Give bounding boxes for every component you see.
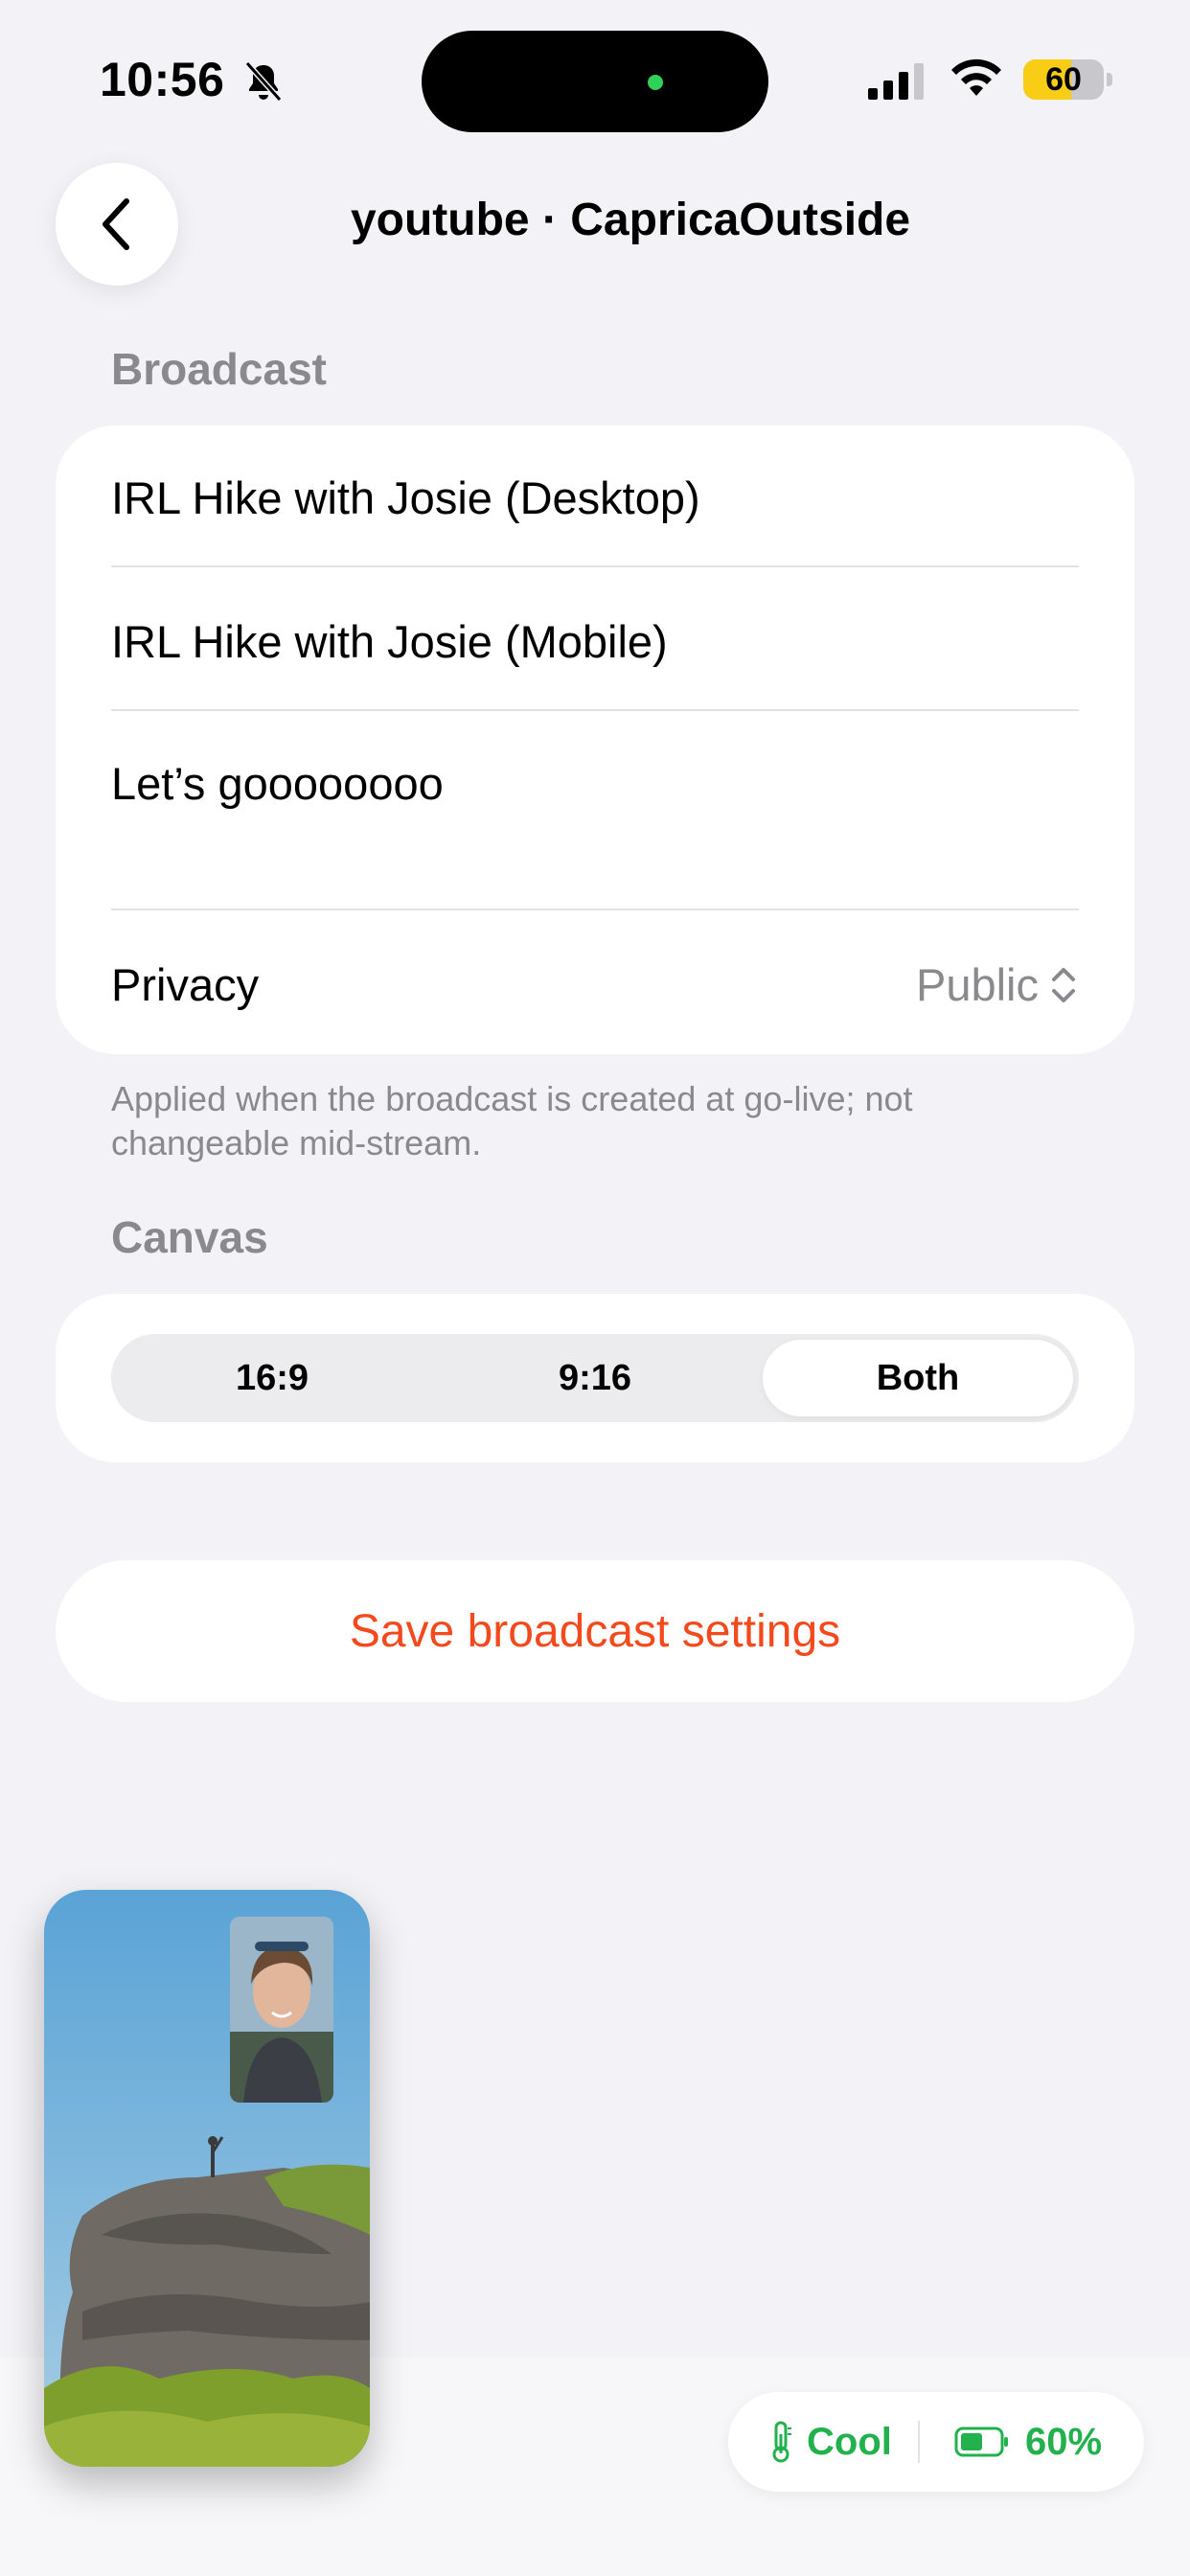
status-time: 10:56 xyxy=(100,53,225,106)
divider xyxy=(111,565,1079,567)
segment-both[interactable]: Both xyxy=(763,1340,1073,1416)
battery-icon: 60 xyxy=(1023,59,1112,100)
segment-9-16[interactable]: 9:16 xyxy=(440,1340,750,1416)
camera-preview[interactable] xyxy=(44,1890,370,2467)
canvas-section-header: Canvas xyxy=(111,1212,268,1262)
privacy-picker[interactable]: Public xyxy=(916,958,1079,1011)
desktop-title-field[interactable]: IRL Hike with Josie (Desktop) xyxy=(111,472,1079,524)
divider xyxy=(918,2421,920,2463)
device-status-pill: Cool 60% xyxy=(728,2392,1144,2492)
signal-icon xyxy=(868,63,924,100)
wifi-icon xyxy=(951,58,1001,96)
privacy-value: Public xyxy=(915,959,1039,1010)
battery-status-icon xyxy=(954,2426,1008,2457)
divider xyxy=(111,908,1079,910)
person-face-image xyxy=(230,1917,333,2103)
canvas-segmented-control: 16:9 9:16 Both xyxy=(111,1334,1079,1422)
segment-16-9[interactable]: 16:9 xyxy=(117,1340,427,1416)
broadcast-section-header: Broadcast xyxy=(111,344,327,394)
battery-percent: 60 xyxy=(1045,61,1082,98)
canvas-card: 16:9 9:16 Both xyxy=(56,1294,1134,1462)
battery-status-text: 60% xyxy=(1025,2421,1103,2463)
save-broadcast-button[interactable]: Save broadcast settings xyxy=(56,1560,1134,1702)
description-field[interactable]: Let’s goooooooo xyxy=(111,757,1079,901)
divider xyxy=(111,709,1079,711)
chevron-up-down-icon xyxy=(1052,967,1075,1002)
page-title: youtube · CapricaOutside xyxy=(350,195,911,245)
dynamic-island xyxy=(422,31,768,132)
privacy-footnote: Applied when the broadcast is created at… xyxy=(111,1079,913,1162)
mobile-title-field[interactable]: IRL Hike with Josie (Mobile) xyxy=(111,615,1079,668)
thermometer-icon xyxy=(772,2421,791,2463)
bell-slash-icon xyxy=(244,60,283,103)
selfie-camera-inset xyxy=(230,1917,333,2103)
camera-indicator-dot xyxy=(648,75,663,90)
thermal-state: Cool xyxy=(807,2421,892,2463)
screen: 10:56 60 youtube · CapricaOutside Broadc… xyxy=(0,0,1190,2576)
broadcast-card: IRL Hike with Josie (Desktop) IRL Hike w… xyxy=(56,426,1134,1054)
